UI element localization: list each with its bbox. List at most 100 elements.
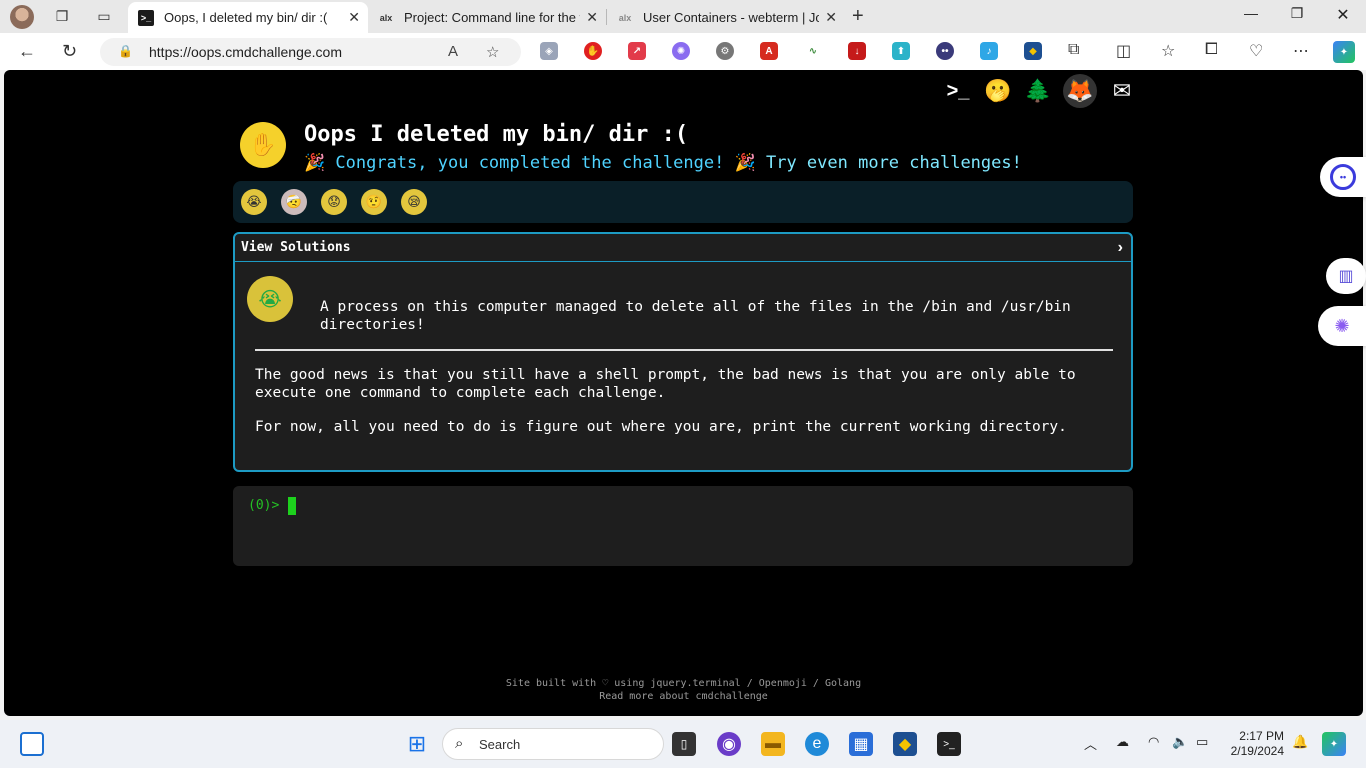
chevron-up-icon[interactable]: ︿: [1084, 734, 1097, 753]
mail-icon[interactable]: ✉: [1107, 76, 1137, 106]
tab-title: Project: Command line for the w: [404, 10, 580, 25]
clock-date: 2/19/2024: [1230, 744, 1284, 758]
favorites-icon[interactable]: ☆: [1161, 41, 1175, 61]
edge-browser-icon[interactable]: e: [805, 732, 829, 756]
footer-credits: Site built with ♡ using jquery.terminal …: [505, 678, 862, 689]
copilot-taskbar-icon[interactable]: ✦: [1322, 732, 1346, 756]
challenge-intro: A process on this computer managed to de…: [320, 299, 1071, 333]
tree-icon[interactable]: 🌲: [1023, 76, 1053, 106]
terminal-cursor[interactable]: [288, 497, 296, 515]
vpn-extension-icon[interactable]: ◆: [1024, 42, 1042, 60]
challenge-progress-row: 😭 🤕 😟 🤨 😪: [233, 181, 1133, 223]
minimize-icon[interactable]: —: [1236, 5, 1266, 21]
tab-oops[interactable]: >_ Oops, I deleted my bin/ dir :( ✕: [128, 2, 368, 33]
tab-strip: ❐ ▭ >_ Oops, I deleted my bin/ dir :( ✕ …: [0, 0, 1366, 33]
neutral-face-icon[interactable]: 🤨: [361, 189, 387, 215]
gear-extension-icon[interactable]: ⚙: [716, 42, 734, 60]
collections-icon[interactable]: ⧠: [1205, 41, 1218, 59]
back-icon[interactable]: ←: [18, 41, 36, 62]
media-app-icon[interactable]: ◉: [717, 732, 741, 756]
volume-icon[interactable]: 🔈: [1172, 734, 1188, 750]
terminal[interactable]: (0)>: [233, 486, 1133, 566]
workspaces-icon[interactable]: ❐: [50, 5, 74, 27]
refresh-icon[interactable]: ↻: [62, 41, 77, 62]
gitlab-icon[interactable]: 🦊: [1063, 74, 1097, 108]
divider: [255, 349, 1113, 351]
tab-actions-icon[interactable]: ▭: [92, 5, 116, 27]
clock[interactable]: 2:17 PM 2/19/2024: [1231, 729, 1284, 759]
windows-start-icon[interactable]: ⊞: [405, 731, 429, 756]
bot-extension-icon[interactable]: ••: [936, 42, 954, 60]
split-screen-icon[interactable]: ◫: [1116, 41, 1131, 61]
extensions-puzzle-icon[interactable]: ⧉: [1068, 41, 1079, 59]
view-solutions-toggle[interactable]: View Solutions ›: [235, 234, 1131, 262]
adblock-extension-icon[interactable]: ✋: [584, 42, 602, 60]
search-label: Search: [479, 737, 521, 752]
terminal-prompt-icon[interactable]: >_: [943, 74, 973, 106]
vpn-app-icon[interactable]: ◆: [893, 732, 917, 756]
terminal-icon: >_: [138, 9, 154, 26]
restore-icon[interactable]: ❐: [1282, 5, 1312, 22]
clock-time: 2:17 PM: [1239, 729, 1284, 743]
widgets-icon[interactable]: [20, 732, 44, 756]
address-bar[interactable]: 🔒 https://oops.cmdchallenge.com A ☆: [100, 38, 521, 66]
taskbar-search[interactable]: ⌕ Search: [442, 728, 664, 760]
close-icon[interactable]: ✕: [348, 9, 360, 26]
challenge-description: The good news is that you still have a s…: [255, 367, 1076, 401]
store-icon[interactable]: ▦: [849, 732, 873, 756]
more-challenges-link[interactable]: Try even more challenges!: [766, 153, 1022, 173]
brain-extension-icon[interactable]: ✺: [672, 42, 690, 60]
browser-essentials-icon[interactable]: ♡: [1249, 41, 1263, 61]
sleepy-face-icon[interactable]: 😪: [401, 189, 427, 215]
challenge-task: For now, all you need to do is figure ou…: [255, 419, 1067, 435]
taskbar: ⊞ ⌕ Search ▯ ◉ ▬ e ▦ ◆ >_ ︿ ☁ ◠ 🔈 ▭ 2:17…: [0, 720, 1366, 768]
face-with-hand-icon[interactable]: 🫢: [983, 76, 1013, 106]
close-icon[interactable]: ✕: [586, 9, 598, 26]
music-extension-icon[interactable]: ♪: [980, 42, 998, 60]
tab-project[interactable]: alx Project: Command line for the w ✕: [368, 2, 606, 33]
cloud-icon[interactable]: ☁: [1116, 734, 1129, 750]
download-extension-icon[interactable]: ↓: [848, 42, 866, 60]
window-close-icon[interactable]: ✕: [1328, 5, 1358, 25]
terminal-app-icon[interactable]: >_: [937, 732, 961, 756]
profile-avatar[interactable]: [10, 5, 34, 29]
page-viewport: >_ 🫢 🌲 🦊 ✉ ✋ Oops I deleted my bin/ dir …: [4, 70, 1363, 716]
footer-about-link[interactable]: Read more about cmdchallenge: [4, 690, 1363, 703]
terminal-prompt: (0)>: [248, 498, 280, 513]
alx-icon: alx: [618, 12, 632, 23]
side-reader-widget[interactable]: ▥: [1326, 258, 1366, 294]
lock-icon[interactable]: 🔒: [118, 44, 133, 58]
search-icon: ⌕: [455, 735, 464, 752]
copilot-icon[interactable]: ✦: [1333, 41, 1355, 63]
alx-icon: alx: [379, 12, 393, 23]
screenshot-extension-icon[interactable]: ⬆: [892, 42, 910, 60]
top-nav-icons: >_ 🫢 🌲 🦊 ✉: [943, 74, 1137, 108]
file-explorer-icon[interactable]: ▬: [761, 732, 785, 756]
url-text[interactable]: https://oops.cmdchallenge.com: [149, 44, 342, 60]
new-tab-button[interactable]: +: [852, 5, 864, 28]
battery-icon[interactable]: ▭: [1196, 734, 1208, 750]
side-bot-widget[interactable]: ••: [1320, 157, 1366, 197]
crying-face-icon[interactable]: 😭: [241, 189, 267, 215]
read-aloud-icon[interactable]: A: [448, 43, 458, 60]
worried-face-icon[interactable]: 😟: [321, 189, 347, 215]
audio-extension-icon[interactable]: ∿: [804, 42, 822, 60]
side-brain-widget[interactable]: ✺: [1318, 306, 1366, 346]
congrats-line: 🎉 Congrats, you completed the challenge!…: [304, 153, 1022, 173]
favorite-star-icon[interactable]: ☆: [486, 43, 499, 61]
notification-bell-icon[interactable]: 🔔: [1292, 734, 1308, 750]
face-with-bandage-icon[interactable]: 🤕: [281, 189, 307, 215]
chevron-right-icon[interactable]: ›: [1118, 239, 1123, 257]
task-view-icon[interactable]: ▯: [672, 732, 696, 756]
page-title: Oops I deleted my bin/ dir :(: [304, 122, 689, 147]
congrats-text: 🎉 Congrats, you completed the challenge!…: [304, 153, 756, 173]
loudly-crying-face-icon: 😭: [247, 276, 293, 322]
tab-user-containers[interactable]: alx User Containers - webterm | Joha ✕: [607, 2, 845, 33]
more-menu-icon[interactable]: ⋯: [1293, 41, 1309, 61]
pdf-extension-icon[interactable]: A: [760, 42, 778, 60]
wifi-icon[interactable]: ◠: [1148, 734, 1159, 750]
shield-extension-icon[interactable]: ◈: [540, 42, 558, 60]
brain-icon: ✺: [1334, 315, 1350, 336]
close-icon[interactable]: ✕: [825, 9, 837, 26]
extension-icon[interactable]: ↗: [628, 42, 646, 60]
